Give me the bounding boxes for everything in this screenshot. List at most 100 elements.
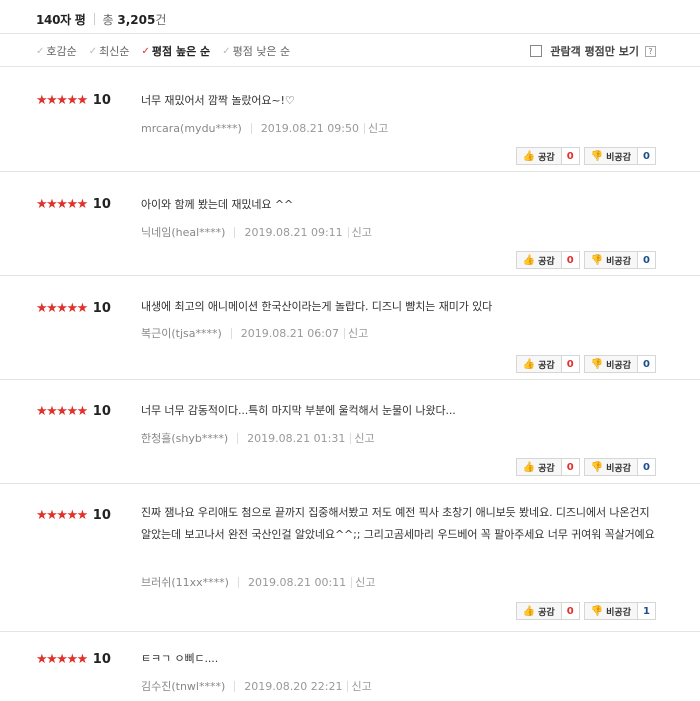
sort-option-recent[interactable]: ✓ 최신순 — [89, 43, 130, 59]
star-rating-icon: ★★★★★ — [36, 404, 88, 419]
user-id[interactable]: 김수진(tnwl****) — [141, 678, 225, 694]
divider — [350, 432, 352, 444]
review-text: 너무 너무 감동적이다...특히 마지막 부분에 울컥해서 눈물이 나왔다... — [141, 404, 456, 417]
user-id[interactable]: mrcara(mydu****) — [141, 122, 242, 135]
report-link[interactable]: 신고 — [368, 120, 388, 136]
review-text: 진짜 잼나요 우리애도 첨으로 끝까지 집중해서봤고 저도 예전 픽사 초창기 … — [141, 506, 655, 541]
thumbs-down-icon: 👎 — [590, 254, 604, 266]
score-value: 10 — [92, 652, 111, 667]
dislike-count: 0 — [638, 458, 656, 476]
divider — [347, 226, 349, 238]
check-icon: ✓ — [141, 45, 150, 57]
review-item: ★★★★★ 10 ㅌㅋㄱ ㅇ삐ㄷ.... 김수진(tnwl****) 2019.… — [0, 632, 700, 701]
thumbs-down-icon: 👎 — [590, 358, 604, 370]
review-date: 2019.08.20 22:21 — [244, 679, 343, 693]
review-meta: 김수진(tnwl****) 2019.08.20 22:21 신고 — [141, 678, 372, 694]
review-meta: 복근이(tjsa****) 2019.08.21 06:07 신고 — [141, 325, 368, 341]
dislike-button[interactable]: 👎 비공감 — [583, 602, 638, 620]
review-date: 2019.08.21 00:11 — [247, 575, 347, 589]
review-date: 2019.08.21 06:07 — [240, 326, 339, 340]
divider — [234, 226, 236, 238]
review-item: ★★★★★ 10 너무 재밌어서 깜짝 놀랐어요~!♡ mrcara(mydu*… — [0, 68, 700, 172]
section-title: 140자 평 — [36, 12, 86, 27]
review-item: ★★★★★ 10 내생에 최고의 애니메이션 한국산이라는게 놀랍다. 디즈니 … — [0, 276, 700, 380]
like-count: 0 — [561, 602, 580, 620]
like-button[interactable]: 👍 공감 — [515, 458, 562, 476]
help-icon[interactable]: ? — [645, 45, 656, 57]
user-id[interactable]: 한청흘(shyb****) — [141, 430, 228, 446]
vote-controls: 👍 공감 0 👎 비공감 0 — [515, 147, 656, 165]
star-rating-icon: ★★★★★ — [36, 301, 88, 316]
divider — [351, 576, 353, 588]
viewer-only-label: 관람객 평점만 보기 — [550, 45, 639, 58]
vote-controls: 👍 공감 0 👎 비공감 0 — [515, 458, 656, 476]
review-score: ★★★★★ 10 — [36, 301, 111, 316]
divider — [347, 680, 349, 692]
like-count: 0 — [561, 458, 580, 476]
dislike-count: 0 — [638, 355, 656, 373]
report-link[interactable]: 신고 — [351, 678, 371, 694]
review-item: ★★★★★ 10 진짜 잼나요 우리애도 첨으로 끝까지 집중해서봤고 저도 예… — [0, 484, 700, 632]
vote-controls: 👍 공감 0 👎 비공감 0 — [515, 355, 656, 373]
divider — [237, 576, 239, 588]
check-icon: ✓ — [222, 45, 231, 57]
like-count: 0 — [561, 251, 580, 269]
sort-option-likes[interactable]: ✓ 호감순 — [36, 43, 77, 59]
report-link[interactable]: 신고 — [348, 325, 368, 341]
dislike-count: 1 — [638, 602, 656, 620]
divider — [343, 327, 345, 339]
user-id[interactable]: 브러쉬(11xx****) — [141, 574, 229, 590]
review-date: 2019.08.21 01:31 — [247, 431, 346, 445]
review-text: ㅌㅋㄱ ㅇ삐ㄷ.... — [141, 652, 219, 665]
sort-options: ✓ 호감순 ✓ 최신순 ✓ 평점 높은 순 ✓ 평점 낮은 순 — [36, 43, 302, 59]
score-value: 10 — [92, 197, 111, 212]
like-button[interactable]: 👍 공감 — [515, 355, 562, 373]
review-text: 내생에 최고의 애니메이션 한국산이라는게 놀랍다. 디즈니 뺨치는 재미가 있… — [141, 300, 493, 313]
score-value: 10 — [92, 508, 111, 523]
like-count: 0 — [561, 355, 580, 373]
review-score: ★★★★★ 10 — [36, 508, 111, 523]
viewer-only-filter[interactable]: 관람객 평점만 보기 ? — [530, 43, 656, 59]
star-rating-icon: ★★★★★ — [36, 93, 88, 108]
review-date: 2019.08.21 09:11 — [244, 225, 343, 239]
thumbs-up-icon: 👍 — [522, 605, 536, 617]
dislike-count: 0 — [638, 147, 656, 165]
dislike-button[interactable]: 👎 비공감 — [583, 355, 638, 373]
review-score: ★★★★★ 10 — [36, 93, 111, 108]
review-date: 2019.08.21 09:50 — [260, 121, 359, 135]
review-item: ★★★★★ 10 너무 너무 감동적이다...특히 마지막 부분에 울컥해서 눈… — [0, 380, 700, 484]
dislike-count: 0 — [638, 251, 656, 269]
dislike-button[interactable]: 👎 비공감 — [583, 147, 638, 165]
thumbs-up-icon: 👍 — [522, 150, 536, 162]
viewer-only-checkbox[interactable] — [530, 45, 543, 57]
like-button[interactable]: 👍 공감 — [515, 251, 562, 269]
thumbs-up-icon: 👍 — [522, 254, 536, 266]
divider — [234, 680, 236, 692]
vote-controls: 👍 공감 0 👎 비공감 1 — [515, 602, 656, 620]
dislike-button[interactable]: 👎 비공감 — [583, 251, 638, 269]
check-icon: ✓ — [88, 45, 98, 57]
thumbs-up-icon: 👍 — [522, 461, 536, 473]
like-button[interactable]: 👍 공감 — [515, 602, 562, 620]
user-id[interactable]: 닉네임(heal****) — [141, 224, 225, 240]
report-link[interactable]: 신고 — [355, 574, 375, 590]
sort-option-high-score[interactable]: ✓ 평점 높은 순 — [142, 43, 211, 59]
dislike-button[interactable]: 👎 비공감 — [583, 458, 638, 476]
review-item: ★★★★★ 10 아이와 함께 봤는데 재밌네요 ^^ 닉네임(heal****… — [0, 172, 700, 276]
check-icon: ✓ — [36, 45, 45, 57]
divider — [230, 327, 232, 339]
thumbs-down-icon: 👎 — [590, 605, 604, 617]
sort-option-low-score[interactable]: ✓ 평점 낮은 순 — [222, 43, 290, 59]
star-rating-icon: ★★★★★ — [36, 197, 88, 212]
divider — [93, 13, 95, 25]
star-rating-icon: ★★★★★ — [36, 652, 88, 667]
report-link[interactable]: 신고 — [354, 430, 374, 446]
user-id[interactable]: 복근이(tjsa****) — [141, 325, 222, 341]
divider — [250, 122, 252, 134]
total-count: 총 3,205건 — [102, 12, 167, 27]
report-link[interactable]: 신고 — [352, 224, 372, 240]
thumbs-down-icon: 👎 — [590, 461, 604, 473]
review-meta: 브러쉬(11xx****) 2019.08.21 00:11 신고 — [141, 574, 375, 590]
like-button[interactable]: 👍 공감 — [515, 147, 562, 165]
filter-bar: ✓ 호감순 ✓ 최신순 ✓ 평점 높은 순 ✓ 평점 낮은 순 관람객 평점만 보기 ? — [0, 33, 700, 67]
